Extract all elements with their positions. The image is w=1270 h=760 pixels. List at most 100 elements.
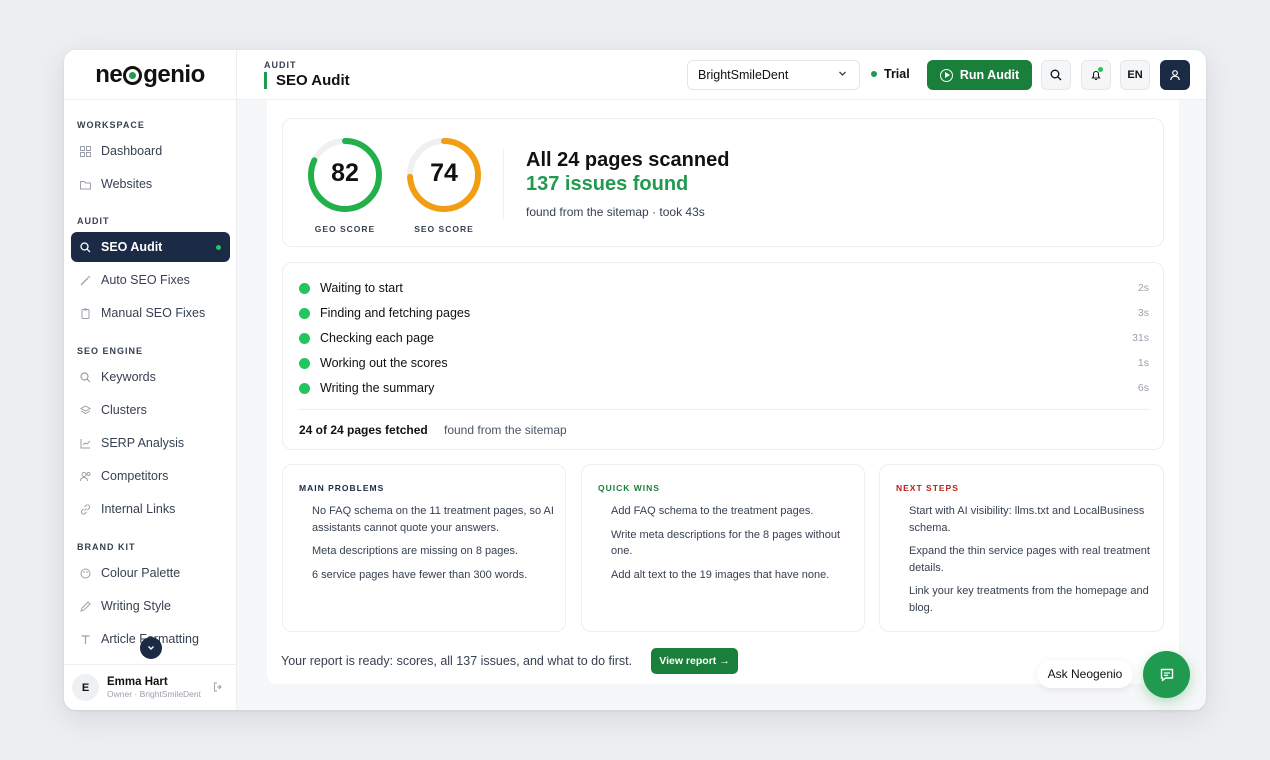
- progress-step: Waiting to start 2s: [299, 278, 1149, 298]
- ask-assistant-button[interactable]: Ask Neogenio: [1037, 660, 1133, 688]
- section-audit: AUDIT: [77, 216, 110, 226]
- check-dot-icon: [299, 357, 310, 369]
- sidebar-item-label: Manual SEO Fixes: [101, 306, 206, 320]
- plan-label: Trial: [884, 67, 910, 81]
- sidebar-item-label: Keywords: [101, 370, 156, 384]
- column-title: NEXT STEPS: [896, 483, 959, 493]
- search-icon: [80, 241, 91, 253]
- layers-icon: [80, 404, 91, 416]
- active-dot-icon: [216, 244, 221, 250]
- top-header: AUDIT SEO Audit BrightSmileDent Trial Ru…: [237, 50, 1206, 100]
- sidebar-item-label: SEO Audit: [101, 240, 163, 254]
- step-time: 6s: [1137, 382, 1149, 394]
- user-icon: [1170, 70, 1180, 81]
- list-item: Add FAQ schema to the treatment pages.: [611, 505, 814, 517]
- run-audit-button[interactable]: Run Audit: [927, 60, 1032, 90]
- sidebar-item-writing-style[interactable]: Writing Style: [71, 591, 230, 621]
- logo[interactable]: ne genio: [64, 50, 236, 100]
- account-button[interactable]: [1160, 60, 1190, 90]
- users-icon: [80, 471, 91, 482]
- user-name: Emma Hart: [107, 676, 168, 688]
- sidebar: ne genio WORKSPACE Dashboard Websites AUD…: [64, 50, 237, 710]
- scroll-down-button[interactable]: [140, 637, 162, 659]
- sidebar-item-colour-palette[interactable]: Colour Palette: [71, 558, 230, 588]
- step-time: 3s: [1137, 307, 1149, 319]
- divider: [503, 149, 504, 219]
- problems-list: No FAQ schema on the 11 treatment pages,…: [312, 503, 557, 590]
- logo-text-left: ne: [95, 60, 123, 88]
- section-brand-kit: BRAND KIT: [77, 542, 136, 552]
- wand-icon: [80, 275, 91, 286]
- language-label: EN: [1127, 69, 1143, 81]
- sidebar-item-websites[interactable]: Websites: [71, 169, 230, 199]
- link-icon: [80, 503, 91, 515]
- section-workspace: WORKSPACE: [77, 120, 145, 130]
- view-report-button[interactable]: View report →: [651, 648, 738, 674]
- sidebar-item-label: Auto SEO Fixes: [101, 273, 190, 287]
- chat-button[interactable]: [1143, 651, 1190, 698]
- step-label: Working out the scores: [320, 356, 448, 370]
- progress-step: Writing the summary 6s: [299, 378, 1149, 398]
- palette-icon: [80, 568, 91, 579]
- chat-icon: [1160, 668, 1173, 681]
- sidebar-item-seo-audit[interactable]: SEO Audit: [71, 232, 230, 262]
- app-window: ne genio WORKSPACE Dashboard Websites AUD…: [64, 50, 1206, 710]
- geo-score-label: GEO SCORE: [314, 224, 376, 234]
- scan-subtitle: found from the sitemap · took 43s: [526, 205, 705, 219]
- folder-icon: [80, 179, 91, 190]
- logo-text-right: genio: [143, 60, 205, 88]
- sidebar-item-dashboard[interactable]: Dashboard: [71, 136, 230, 166]
- sidebar-item-label: Dashboard: [101, 144, 163, 158]
- progress-card: Waiting to start 2s Finding and fetching…: [282, 262, 1164, 450]
- list-item: No FAQ schema on the 11 treatment pages,…: [312, 505, 554, 534]
- step-label: Finding and fetching pages: [320, 306, 471, 320]
- notifications-button[interactable]: [1081, 60, 1111, 90]
- logout-icon[interactable]: [213, 682, 223, 695]
- divider: [299, 409, 1149, 410]
- logo-mark-icon: [123, 66, 143, 85]
- check-dot-icon: [299, 307, 310, 319]
- user-profile[interactable]: E Emma Hart Owner · BrightSmileDent: [64, 664, 237, 710]
- search-icon: [80, 371, 91, 383]
- language-button[interactable]: EN: [1120, 60, 1150, 90]
- sidebar-item-serp-analysis[interactable]: SERP Analysis: [71, 428, 230, 458]
- quick-wins-list: Add FAQ schema to the treatment pages. W…: [611, 503, 856, 590]
- site-selector-value: BrightSmileDent: [698, 68, 789, 82]
- chevron-down-icon: [838, 69, 847, 80]
- issues-count: 137 issues found: [526, 173, 689, 195]
- clipboard-icon: [80, 308, 91, 319]
- step-time: 31s: [1132, 332, 1149, 344]
- geo-score-gauge: 82: [305, 135, 385, 215]
- site-selector[interactable]: BrightSmileDent: [687, 60, 860, 90]
- sidebar-item-internal-links[interactable]: Internal Links: [71, 494, 230, 524]
- list-item: Link your key treatments from the homepa…: [909, 585, 1149, 614]
- user-role: Owner · BrightSmileDent: [107, 689, 202, 699]
- sidebar-item-competitors[interactable]: Competitors: [71, 461, 230, 491]
- breadcrumb: AUDIT: [264, 60, 297, 70]
- pages-fetched-note: found from the sitemap: [444, 423, 567, 437]
- sidebar-item-keywords[interactable]: Keywords: [71, 362, 230, 392]
- sidebar-item-clusters[interactable]: Clusters: [71, 395, 230, 425]
- chart-icon: [80, 438, 91, 449]
- grid-icon: [80, 145, 91, 157]
- sidebar-item-label: Internal Links: [101, 502, 176, 516]
- report-ready-text: Your report is ready: scores, all 137 is…: [281, 654, 633, 668]
- search-icon: [1050, 69, 1062, 81]
- step-time: 2s: [1137, 282, 1149, 294]
- plan-badge: Trial: [871, 67, 910, 81]
- sidebar-item-auto-seo-fixes[interactable]: Auto SEO Fixes: [71, 265, 230, 295]
- sidebar-item-label: Writing Style: [101, 599, 171, 613]
- sidebar-item-label: Websites: [101, 177, 153, 191]
- list-item: Write meta descriptions for the 8 pages …: [611, 528, 841, 558]
- sidebar-item-manual-seo-fixes[interactable]: Manual SEO Fixes: [71, 298, 230, 328]
- run-audit-label: Run Audit: [959, 68, 1020, 82]
- column-title: MAIN PROBLEMS: [299, 483, 385, 493]
- sidebar-item-label: Clusters: [101, 403, 147, 417]
- pen-icon: [80, 600, 91, 612]
- status-dot-icon: [871, 71, 877, 77]
- seo-score-label: SEO SCORE: [414, 224, 474, 234]
- sidebar-item-label: Colour Palette: [101, 566, 181, 580]
- search-button[interactable]: [1041, 60, 1071, 90]
- column-title: QUICK WINS: [598, 483, 660, 493]
- step-label: Checking each page: [320, 331, 434, 345]
